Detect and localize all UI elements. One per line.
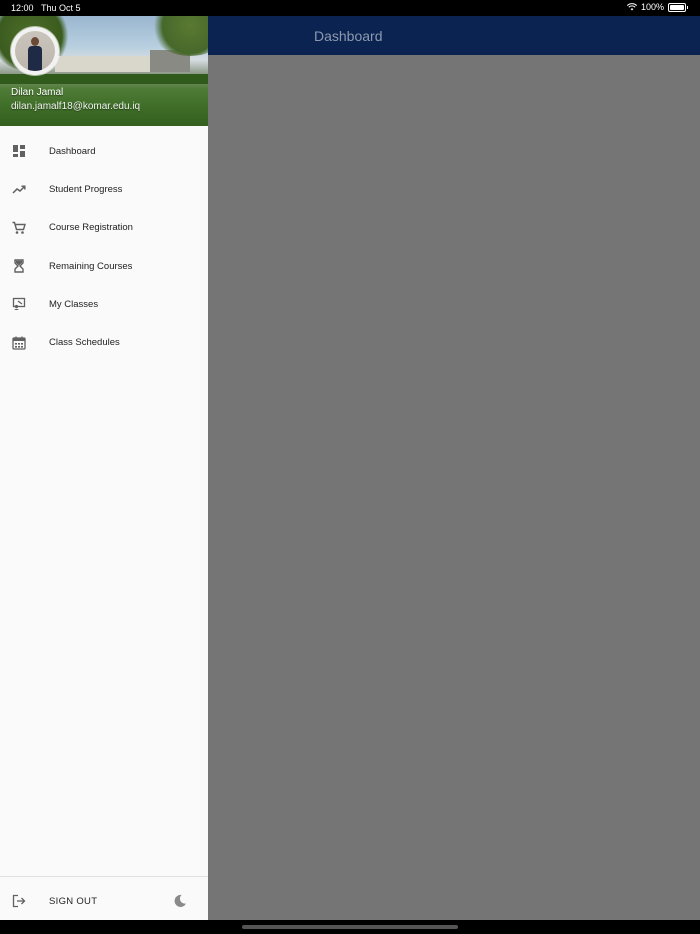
status-date: Thu Oct 5 [41,3,81,13]
status-time: 12:00 [11,3,34,13]
navigation-drawer: Dilan Jamal dilan.jamalf18@komar.edu.iq … [0,16,208,920]
battery-percent: 100% [640,2,664,12]
user-name: Dilan Jamal [11,87,64,98]
classes-icon [12,298,26,311]
menu-item-student-progress[interactable]: Student Progress [0,170,208,208]
drawer-menu: Dashboard Student Progress Course Regist… [0,132,208,362]
avatar-person-body [28,46,42,71]
menu-item-remaining-courses[interactable]: Remaining Courses [0,247,208,285]
menu-label-student-progress: Student Progress [49,183,123,195]
home-indicator[interactable] [242,925,458,929]
header-hedge [0,74,208,84]
cart-icon [12,221,26,234]
battery-tip [687,5,688,9]
menu-label-course-registration: Course Registration [49,222,133,234]
status-bar: 12:00 Thu Oct 5 100% [0,0,700,16]
moon-icon[interactable] [173,894,187,908]
sign-out-icon[interactable] [12,894,26,908]
app-screen: Dashboard Dilan Jamal dilan.jamalf18@kom… [0,16,700,920]
home-indicator-area [0,920,700,934]
drawer-header: Dilan Jamal dilan.jamalf18@komar.edu.iq [0,16,208,126]
calendar-icon [12,336,26,350]
page-title: Dashboard [314,28,383,44]
menu-label-class-schedules: Class Schedules [49,337,120,349]
avatar[interactable] [11,27,59,75]
menu-label-remaining-courses: Remaining Courses [49,260,133,272]
trending-up-icon [12,185,26,194]
menu-item-class-schedules[interactable]: Class Schedules [0,323,208,361]
avatar-photo [15,31,55,71]
wifi-icon [626,3,637,11]
menu-item-course-registration[interactable]: Course Registration [0,209,208,247]
menu-item-my-classes[interactable]: My Classes [0,285,208,323]
battery-icon [668,2,686,12]
dashboard-icon [13,145,25,158]
user-email: dilan.jamalf18@komar.edu.iq [11,101,141,112]
menu-label-my-classes: My Classes [49,298,99,310]
menu-item-dashboard[interactable]: Dashboard [0,132,208,170]
drawer-footer: SIGN OUT [0,876,208,921]
menu-label-dashboard: Dashboard [49,145,96,157]
status-indicators: 100% [626,2,688,12]
sign-out-button[interactable]: SIGN OUT [49,896,97,907]
avatar-person-head [31,37,39,46]
hourglass-icon [14,259,24,273]
